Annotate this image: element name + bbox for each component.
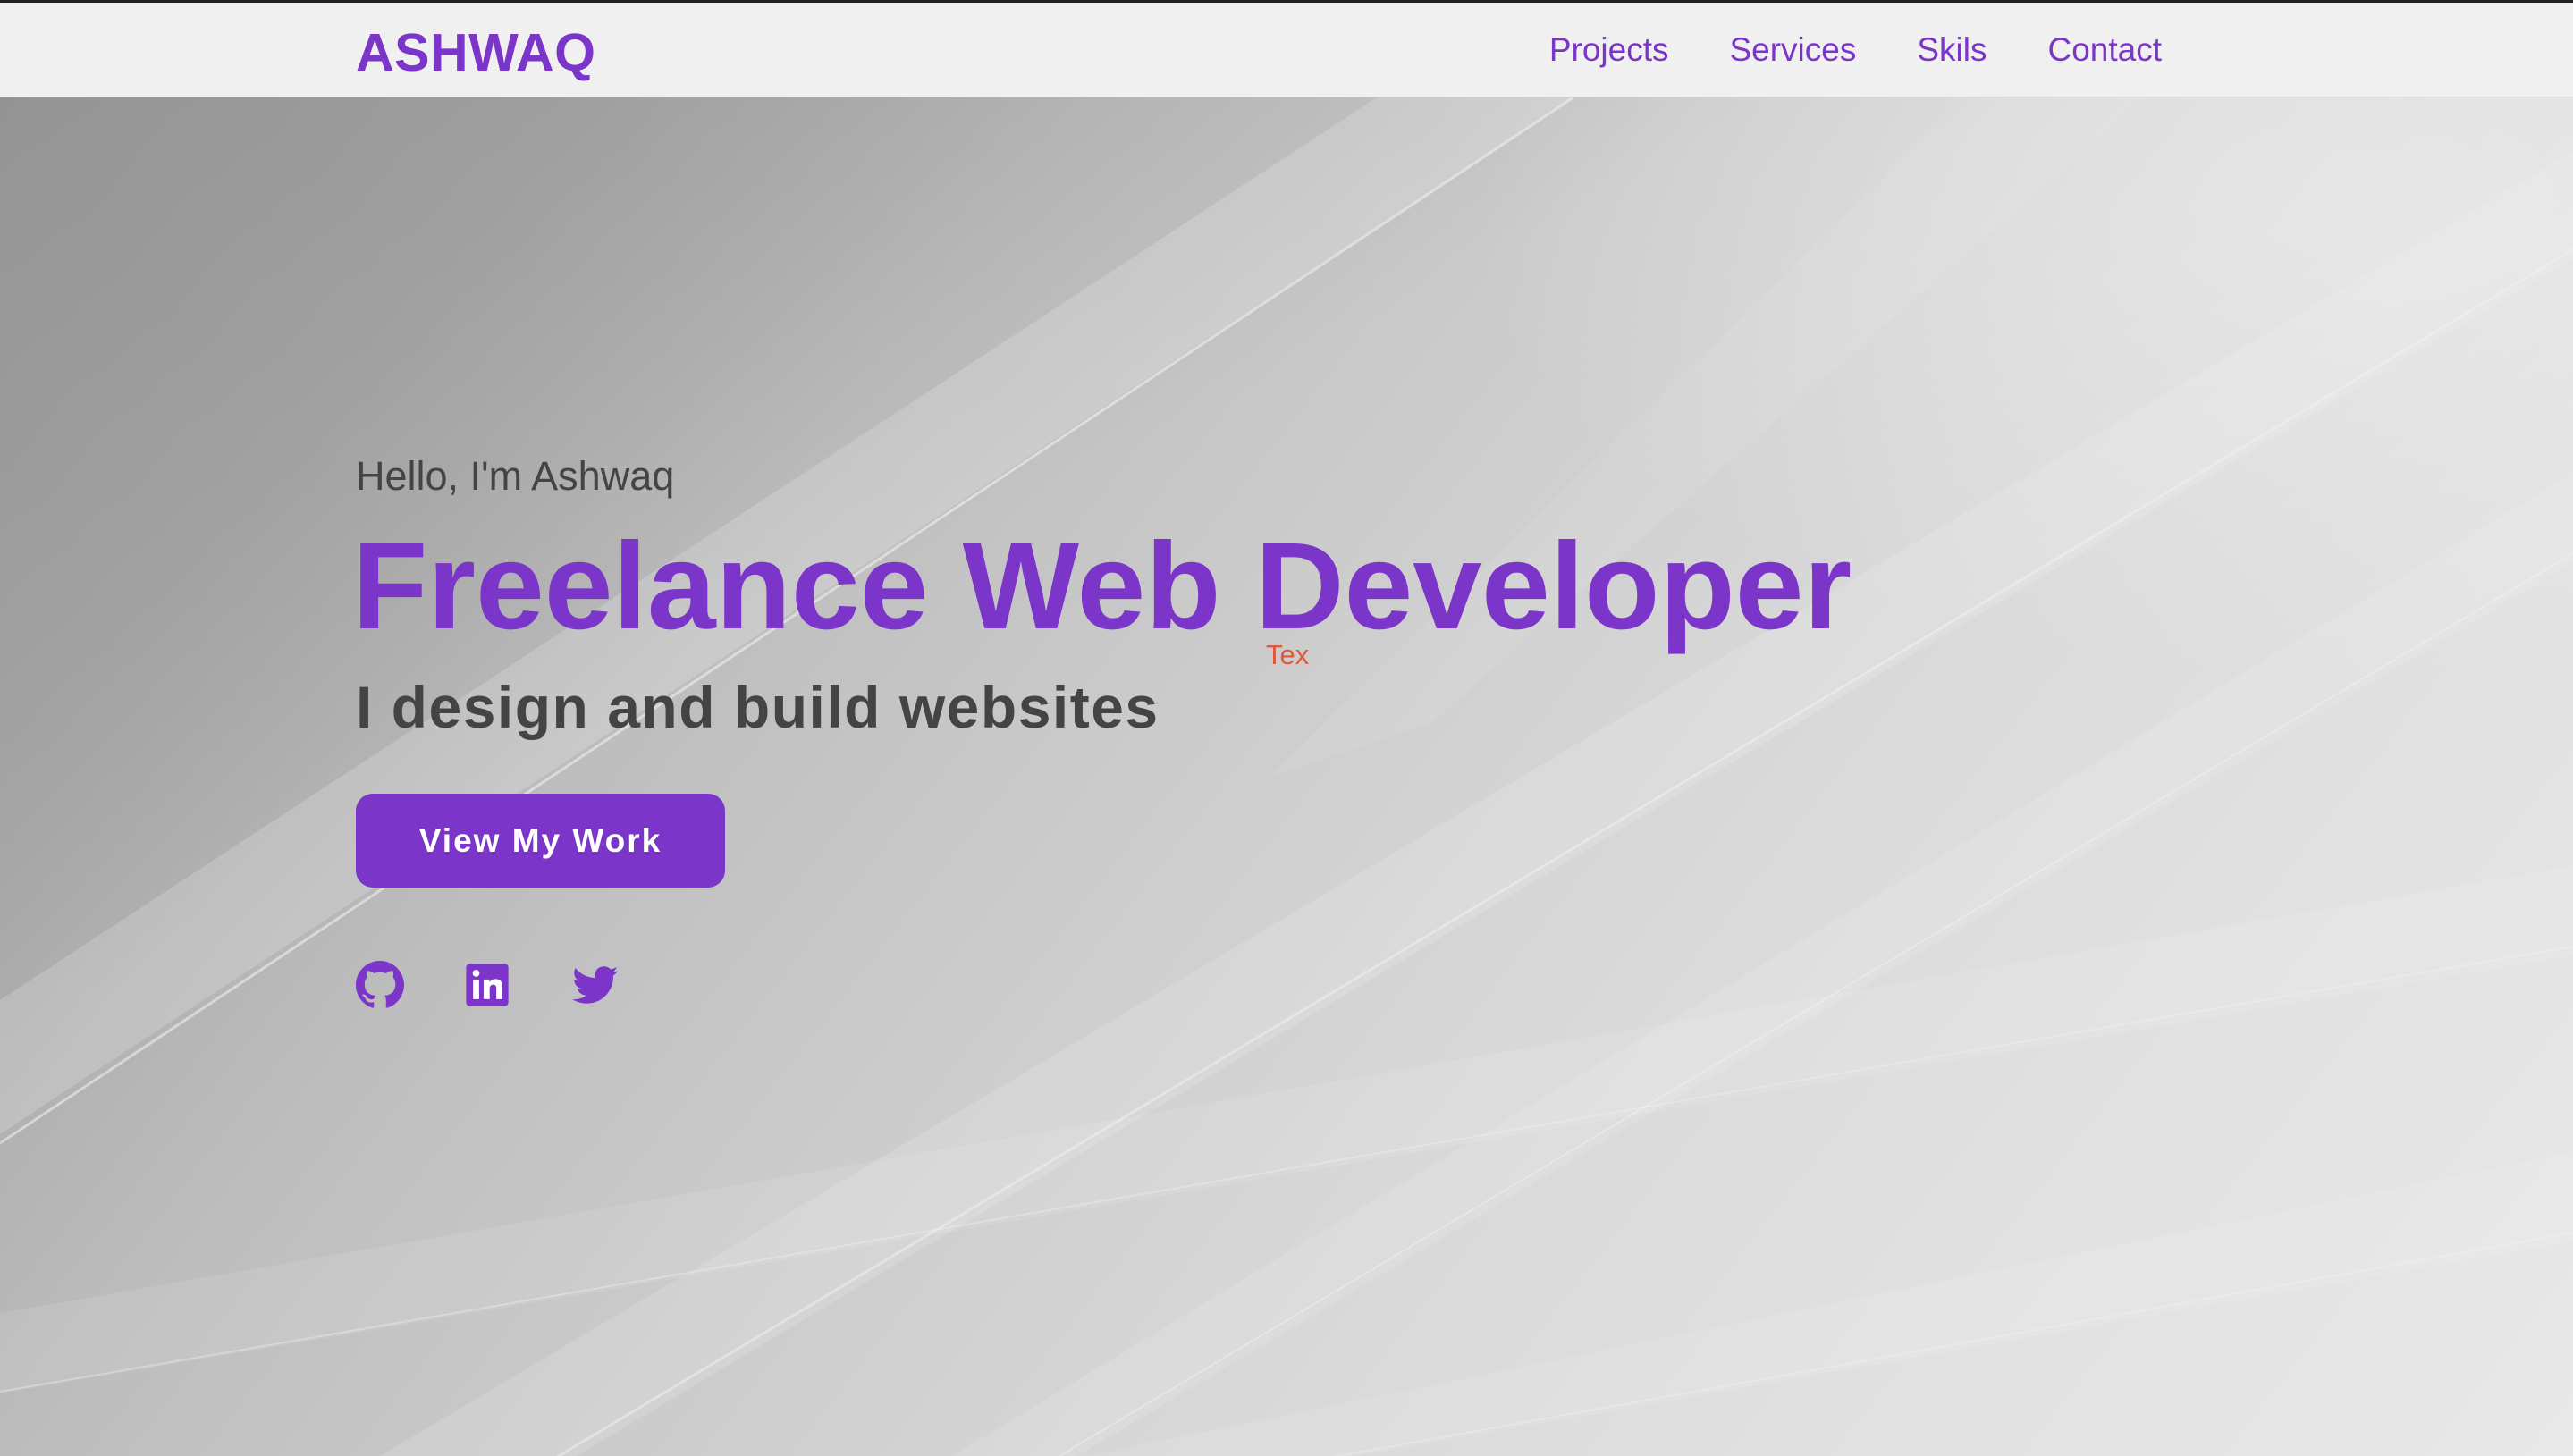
site-logo[interactable]: ASHWAQ	[356, 22, 596, 83]
page: ASHWAQ Projects Services Skils Contact H…	[0, 0, 2573, 1456]
twitter-link[interactable]	[570, 961, 619, 1009]
twitter-icon	[570, 961, 619, 1009]
navbar: ASHWAQ Projects Services Skils Contact	[0, 3, 2573, 97]
social-links	[356, 961, 619, 1009]
nav-link-contact[interactable]: Contact	[2047, 31, 2162, 69]
hero-background-image	[0, 97, 2573, 1456]
nav-link-projects[interactable]: Projects	[1549, 31, 1669, 69]
linkedin-link[interactable]	[463, 961, 511, 1009]
github-icon	[356, 961, 404, 1009]
hero-greeting: Hello, I'm Ashwaq	[356, 453, 675, 499]
hero-headline: Freelance Web Developer	[352, 518, 1852, 655]
nav-links: Projects Services Skils Contact	[1549, 31, 2162, 69]
nav-link-services[interactable]: Services	[1729, 31, 1856, 69]
nav-link-skills[interactable]: Skils	[1917, 31, 1987, 69]
hero-section: Hello, I'm Ashwaq Freelance Web Develope…	[0, 97, 2573, 1456]
view-my-work-button[interactable]: View My Work	[356, 794, 725, 888]
hero-tagline: I design and build websites	[356, 674, 1160, 740]
linkedin-icon	[463, 961, 511, 1009]
github-link[interactable]	[356, 961, 404, 1009]
stray-text: Tex	[1266, 639, 1310, 670]
